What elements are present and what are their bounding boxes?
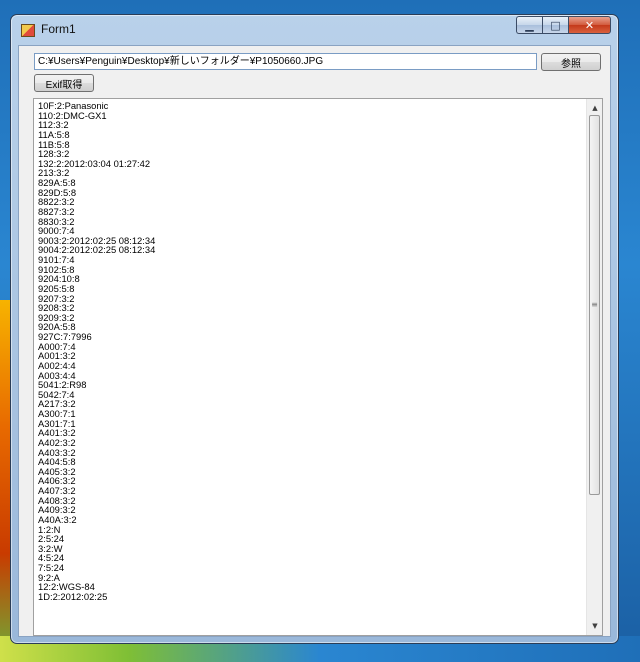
- output-line: 1D:2:2012:02:25: [38, 590, 108, 602]
- scroll-up-arrow-icon[interactable]: ▲: [587, 101, 603, 115]
- close-button[interactable]: ✕: [568, 16, 611, 34]
- close-icon: ✕: [584, 18, 595, 32]
- scroll-down-arrow-icon[interactable]: ▼: [587, 619, 603, 633]
- browse-button[interactable]: 参照: [541, 53, 601, 71]
- form-client-area: C:¥Users¥Penguin¥Desktop¥新しいフォルダー¥P10506…: [18, 45, 611, 637]
- minimize-icon: ▁: [525, 18, 534, 32]
- scroll-grip-icon: ≡: [591, 300, 598, 309]
- maximize-icon: □: [550, 18, 561, 32]
- exif-output-lines: 10F:2:Panasonic 110:2:DMC-GX1 112:3:2 11A:5…: [38, 101, 155, 602]
- maximize-button[interactable]: □: [542, 16, 568, 34]
- app-icon: [21, 24, 35, 37]
- window-title: Form1: [41, 22, 76, 36]
- minimize-button[interactable]: ▁: [516, 16, 542, 34]
- scroll-thumb[interactable]: ≡: [589, 115, 600, 495]
- title-bar[interactable]: Form1 ▁ □ ✕: [11, 15, 618, 45]
- file-path-input[interactable]: C:¥Users¥Penguin¥Desktop¥新しいフォルダー¥P10506…: [34, 53, 537, 70]
- exif-output-textbox[interactable]: 10F:2:Panasonic 110:2:DMC-GX1 112:3:2 11A:5…: [33, 98, 603, 636]
- get-exif-button[interactable]: Exif取得: [34, 74, 94, 92]
- form1-window: Form1 ▁ □ ✕ C:¥Users¥Penguin¥Desktop¥新しい…: [10, 14, 619, 644]
- window-controls: ▁ □ ✕: [516, 16, 611, 34]
- vertical-scrollbar[interactable]: ▲ ≡ ▼: [586, 99, 602, 635]
